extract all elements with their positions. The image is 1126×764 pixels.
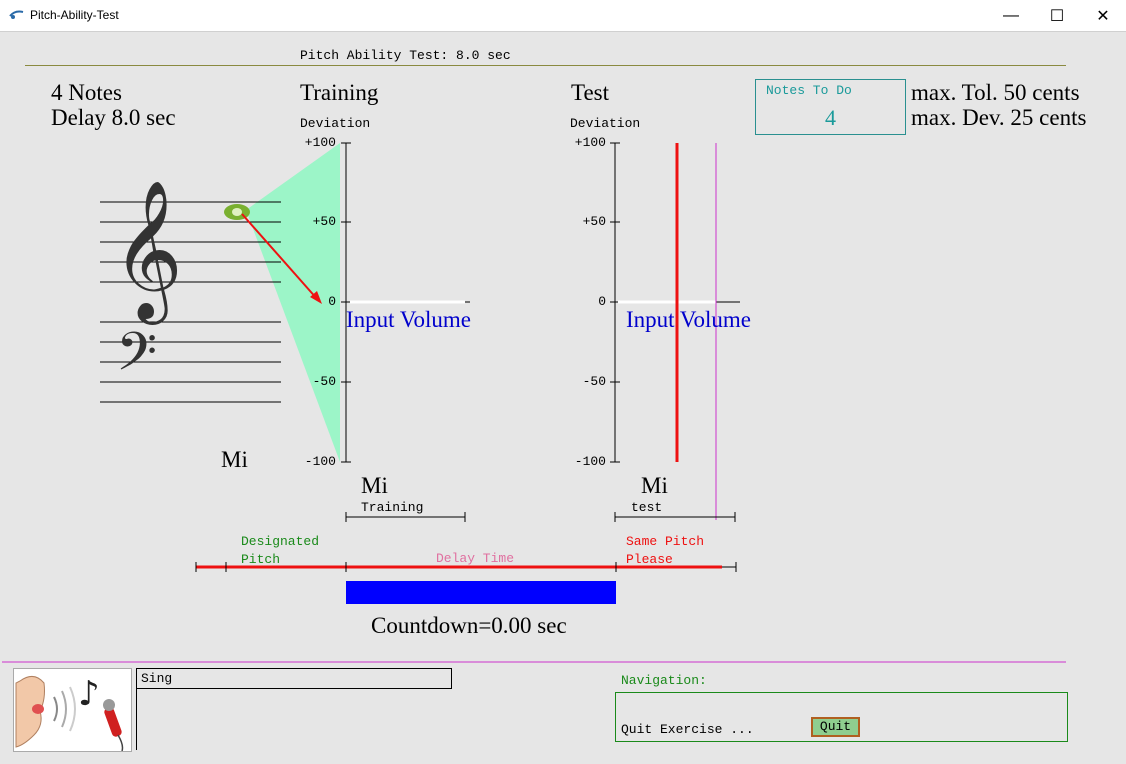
training-tick-minus100: -100 — [304, 454, 336, 469]
training-tick-100: +100 — [304, 135, 336, 150]
svg-text:♪: ♪ — [78, 674, 100, 714]
quit-button[interactable]: Quit — [811, 717, 860, 737]
test-input-volume: Input Volume — [626, 307, 752, 332]
bass-clef-icon: 𝄢 — [116, 322, 157, 396]
training-tick-50: +50 — [312, 214, 336, 229]
treble-clef-icon: 𝄞 — [112, 180, 183, 325]
sing-status-box: Sing — [136, 668, 452, 689]
singer-icon: ♪ — [13, 668, 132, 752]
staff-note-name: Mi — [221, 447, 248, 472]
training-input-volume: Input Volume — [346, 307, 472, 332]
training-sub-label: Training — [361, 500, 424, 515]
navigation-label: Navigation: — [621, 673, 707, 688]
countdown-progress-bar — [346, 581, 616, 604]
test-tick-minus100: -100 — [574, 454, 606, 469]
quit-exercise-label: Quit Exercise ... — [621, 722, 754, 737]
test-tick-0: 0 — [598, 294, 606, 309]
test-tick-100: +100 — [574, 135, 606, 150]
training-note-name: Mi — [361, 473, 388, 498]
sing-status-text: Sing — [141, 671, 173, 686]
test-tick-minus50: -50 — [582, 374, 606, 389]
training-tick-minus50: -50 — [312, 374, 336, 389]
pitch-graphics: 𝄞 𝄢 — [2, 142, 1066, 663]
note-icon-center — [232, 208, 242, 216]
countdown-label: Countdown=0.00 sec — [371, 613, 567, 638]
designated-pitch-label: Designated Pitch — [241, 534, 320, 567]
test-sub-label: test — [631, 500, 663, 515]
sing-box-edge — [136, 688, 137, 750]
same-pitch-label: Same Pitch Please — [626, 534, 705, 567]
test-note-name: Mi — [641, 473, 668, 498]
test-tick-50: +50 — [582, 214, 606, 229]
training-tick-0: 0 — [328, 294, 336, 309]
delay-time-label: Delay Time — [436, 551, 515, 566]
